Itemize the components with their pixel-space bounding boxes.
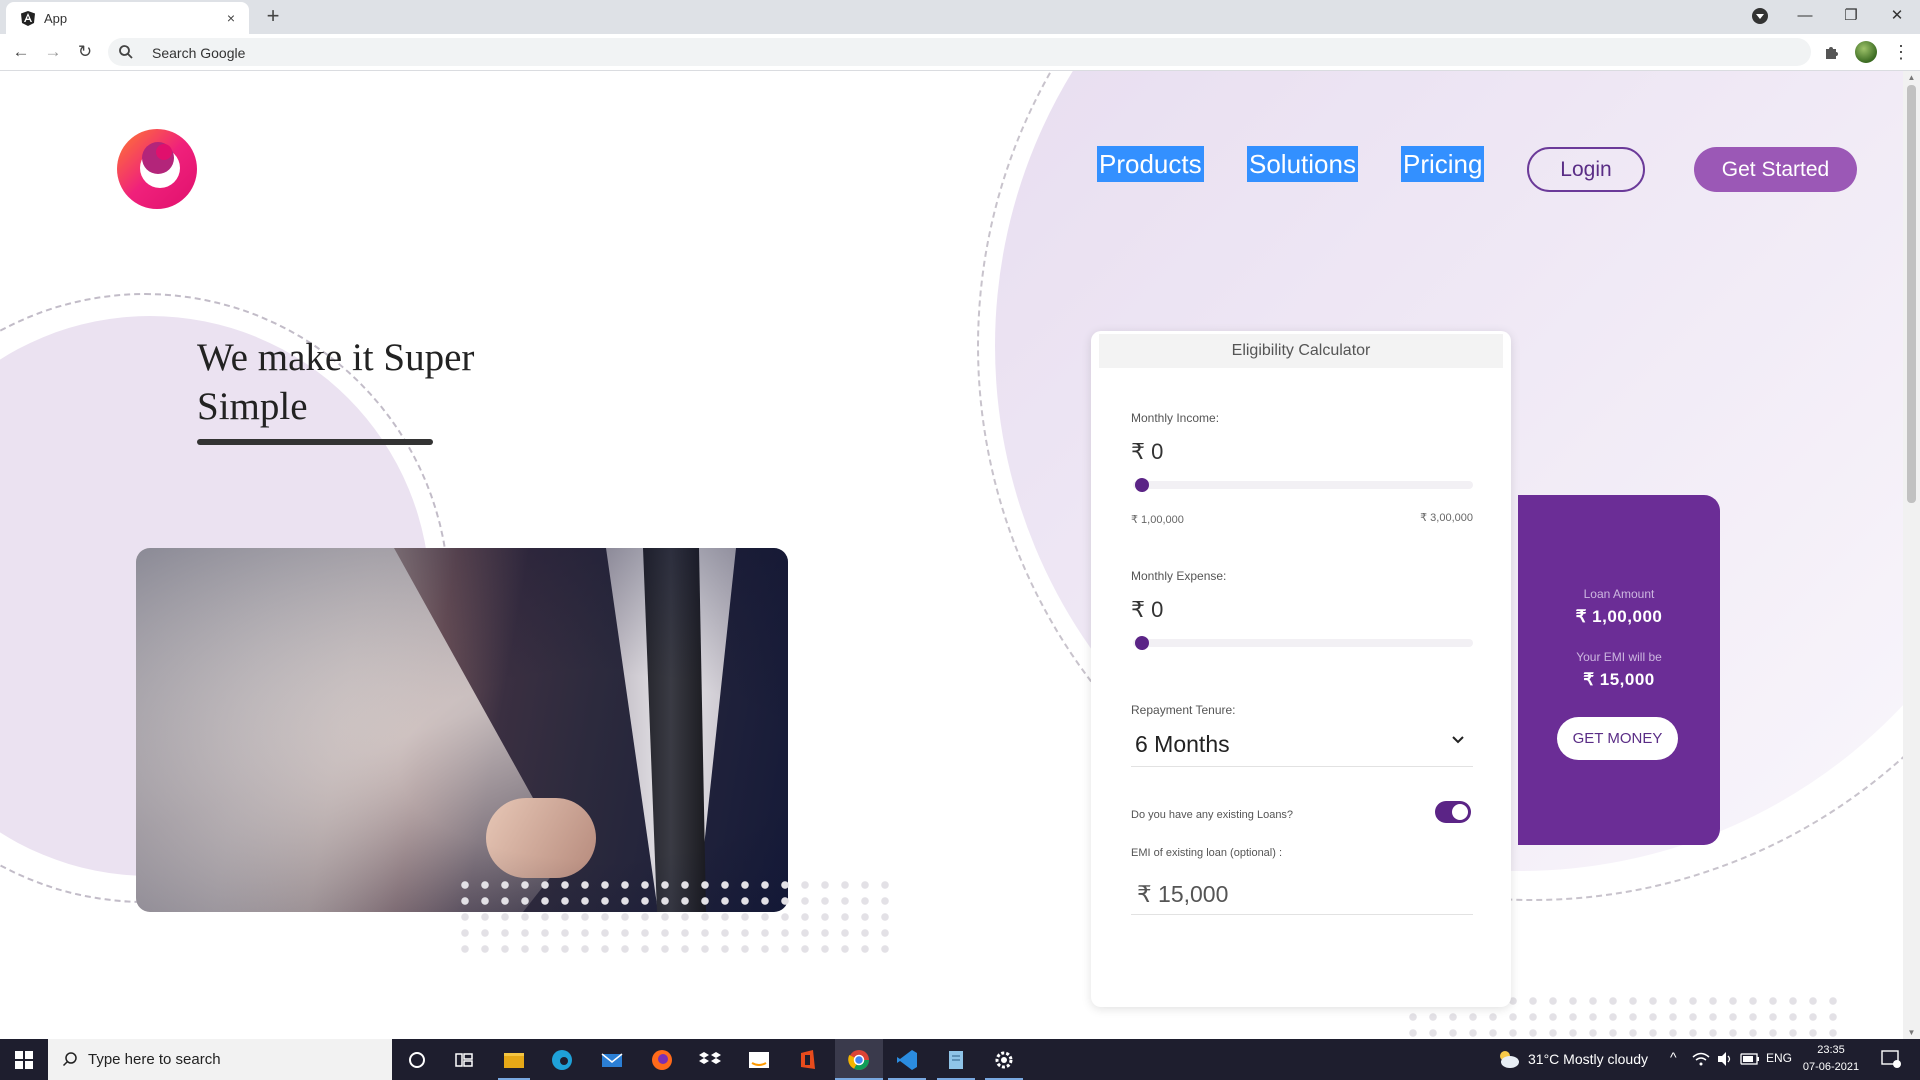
emi-result-value: ₹ 15,000 <box>1583 670 1655 689</box>
hero-underline <box>197 439 433 445</box>
existing-loans-label: Do you have any existing Loans? <box>1131 809 1294 821</box>
notepad-icon[interactable] <box>943 1047 969 1073</box>
search-icon <box>62 1052 77 1067</box>
battery-icon[interactable] <box>1740 1052 1760 1066</box>
monthly-expense-value: ₹ 0 <box>1131 597 1164 622</box>
office-icon[interactable] <box>795 1047 821 1073</box>
scroll-down-arrow-icon[interactable]: ▼ <box>1907 1028 1916 1037</box>
nav-products-link[interactable]: Products <box>1097 146 1204 182</box>
firefox-icon[interactable] <box>649 1047 675 1073</box>
settings-icon[interactable] <box>991 1047 1017 1073</box>
nav-pricing-link[interactable]: Pricing <box>1401 146 1485 182</box>
get-started-button[interactable]: Get Started <box>1694 147 1857 192</box>
cortana-icon[interactable] <box>404 1047 430 1073</box>
monthly-income-slider[interactable] <box>1133 478 1473 492</box>
browser-tabstrip: App × + — ❐ ✕ <box>0 0 1920 34</box>
toggle-knob <box>1452 804 1468 820</box>
amazon-icon[interactable] <box>746 1047 772 1073</box>
hero-title: We make it Super Simple <box>197 336 475 428</box>
notifications-icon[interactable] <box>1880 1049 1902 1069</box>
tray-chevron-up-icon[interactable]: ^ <box>1670 1049 1677 1065</box>
language-indicator[interactable]: ENG <box>1766 1051 1792 1065</box>
weather-text[interactable]: 31°C Mostly cloudy <box>1528 1051 1648 1067</box>
existing-loans-toggle[interactable] <box>1435 801 1471 823</box>
file-explorer-icon[interactable] <box>501 1047 527 1073</box>
restore-button[interactable]: ❐ <box>1828 0 1874 32</box>
repayment-tenure-value: 6 Months <box>1135 731 1230 757</box>
address-bar-text: Search Google <box>152 45 246 61</box>
windows-taskbar: Type here to search 31°C Mostly cloudy ^… <box>0 1039 1920 1080</box>
monthly-expense-label: Monthly Expense: <box>1131 569 1227 583</box>
task-view-icon[interactable] <box>451 1047 477 1073</box>
dropbox-icon[interactable] <box>697 1047 723 1073</box>
close-window-button[interactable]: ✕ <box>1874 0 1920 32</box>
emi-result-label: Your EMI will be <box>1576 650 1662 664</box>
tab-search-icon[interactable] <box>1752 8 1768 24</box>
weather-cloud-icon[interactable] <box>1496 1048 1520 1070</box>
repayment-tenure-label: Repayment Tenure: <box>1131 703 1236 717</box>
network-icon[interactable] <box>1692 1051 1710 1067</box>
repayment-tenure-select[interactable]: 6 Months <box>1131 723 1473 767</box>
existing-emi-value: ₹ 15,000 <box>1137 881 1229 907</box>
taskbar-search-placeholder: Type here to search <box>88 1051 221 1068</box>
brand-logo-icon[interactable] <box>116 128 198 210</box>
angular-favicon-icon <box>21 11 35 26</box>
volume-icon[interactable] <box>1716 1051 1734 1067</box>
monthly-expense-slider-thumb[interactable] <box>1135 636 1149 650</box>
reload-icon[interactable]: ↻ <box>72 39 98 65</box>
tab-close-icon[interactable]: × <box>221 8 241 28</box>
windows-start-icon[interactable] <box>0 1039 48 1080</box>
browser-toolbar: ← → ↻ Search Google <box>0 34 1920 71</box>
mail-icon[interactable] <box>599 1047 625 1073</box>
clock-time[interactable]: 23:35 <box>1798 1044 1864 1056</box>
extensions-puzzle-icon[interactable] <box>1823 43 1843 63</box>
minimize-button[interactable]: — <box>1782 0 1828 32</box>
scroll-up-arrow-icon[interactable]: ▲ <box>1907 73 1916 82</box>
address-bar[interactable]: Search Google <box>108 38 1811 66</box>
existing-emi-input[interactable]: ₹ 15,000 <box>1131 871 1473 915</box>
forward-icon[interactable]: → <box>40 39 66 65</box>
login-button[interactable]: Login <box>1527 147 1645 192</box>
browser-menu-icon[interactable]: ⋮ <box>1892 41 1910 63</box>
handshake-photo <box>136 548 788 912</box>
nav-solutions-link[interactable]: Solutions <box>1247 146 1358 182</box>
scroll-thumb[interactable] <box>1907 85 1916 503</box>
loan-summary-card: Loan Amount ₹ 1,00,000 Your EMI will be … <box>1518 495 1720 845</box>
monthly-income-label: Monthly Income: <box>1131 411 1220 425</box>
income-min-label: ₹ 1,00,000 <box>1131 514 1184 526</box>
vscode-icon[interactable] <box>894 1047 920 1073</box>
photo-vignette <box>136 548 788 912</box>
chrome-icon[interactable] <box>846 1047 872 1073</box>
back-icon[interactable]: ← <box>8 39 34 65</box>
new-tab-button[interactable]: + <box>260 4 286 30</box>
edge-icon[interactable] <box>549 1047 575 1073</box>
eligibility-calculator-card: Eligibility Calculator Monthly Income: ₹… <box>1091 331 1511 1007</box>
page-scrollbar[interactable]: ▲ ▼ <box>1903 71 1920 1039</box>
search-icon <box>119 45 133 59</box>
monthly-income-slider-thumb[interactable] <box>1135 478 1149 492</box>
calculator-title: Eligibility Calculator <box>1099 334 1503 368</box>
page-viewport: Products Solutions Pricing Login Get Sta… <box>0 71 1903 1039</box>
browser-tab[interactable]: App × <box>6 2 249 34</box>
loan-amount-label: Loan Amount <box>1583 587 1655 601</box>
decor-dots-left <box>455 877 895 953</box>
clock-date[interactable]: 07-06-2021 <box>1798 1061 1864 1073</box>
income-max-label: ₹ 3,00,000 <box>1420 512 1473 524</box>
monthly-income-value: ₹ 0 <box>1131 439 1164 464</box>
taskbar-search-box[interactable]: Type here to search <box>48 1039 392 1080</box>
chevron-down-icon <box>1452 736 1464 744</box>
monthly-expense-slider[interactable] <box>1133 636 1473 650</box>
existing-emi-label: EMI of existing loan (optional) : <box>1131 847 1283 859</box>
profile-avatar[interactable] <box>1855 41 1877 63</box>
get-money-button[interactable]: GET MONEY <box>1557 717 1678 760</box>
loan-amount-value: ₹ 1,00,000 <box>1575 607 1663 626</box>
tab-title: App <box>44 11 68 26</box>
